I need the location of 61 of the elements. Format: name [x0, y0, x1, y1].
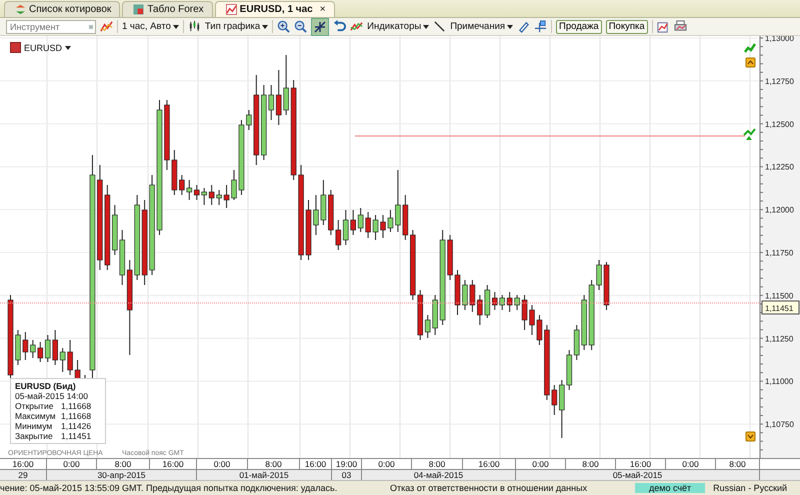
chart-type-dropdown[interactable]: Тип графика — [204, 21, 260, 32]
chart-settings-icon[interactable] — [656, 20, 670, 33]
info-value: 1,11668 — [61, 401, 92, 411]
scroll-up-icon[interactable] — [746, 58, 756, 68]
info-value: 1,11451 — [61, 431, 92, 441]
sell-button[interactable]: Продажа — [556, 20, 602, 34]
close-button[interactable]: × — [320, 4, 326, 15]
buy-button[interactable]: Покупка — [606, 20, 648, 34]
current-price-tag: 1,11451 — [762, 300, 800, 314]
info-value: 1,11668 — [61, 411, 92, 421]
pan-tool-button[interactable] — [311, 18, 330, 36]
info-label: Закрытие — [15, 431, 54, 441]
instrument-field[interactable]: Инструмент — [6, 20, 96, 34]
price-label: 1,11750 — [765, 248, 794, 258]
info-label: Максимум — [15, 411, 57, 421]
price-label: 1,12000 — [765, 206, 794, 215]
scroll-down-icon[interactable] — [746, 432, 756, 442]
line-tool-icon — [433, 20, 446, 33]
caret-icon[interactable] — [507, 24, 514, 28]
candlestick-icon — [188, 20, 201, 33]
price-label: 1,11000 — [765, 377, 794, 386]
timeframe-dropdown[interactable]: 1 час, Авто — [122, 21, 171, 32]
caret-icon[interactable] — [423, 24, 430, 28]
fx-icon — [10, 42, 21, 53]
caret-icon[interactable] — [262, 24, 268, 28]
language-label: Russian - Русский — [713, 483, 788, 493]
zoom-out-icon[interactable] — [294, 20, 308, 33]
info-label: Открытие — [15, 401, 54, 411]
status-message: чение: 05-май-2015 13:55:09 GMT. Предыдущая попытка подключения: удалась. — [0, 483, 338, 493]
info-label: Минимум — [15, 421, 54, 431]
crosshair-icon[interactable] — [534, 20, 548, 33]
price-label: 1,12500 — [765, 120, 794, 129]
tab[interactable]: EURUSD, 1 час × — [214, 1, 335, 17]
indicators-dropdown[interactable]: Индикаторы — [367, 21, 422, 32]
disclaimer-link[interactable]: Отказ от ответственности в отношении данных — [390, 483, 635, 493]
undo-icon[interactable] — [333, 20, 346, 33]
price-label: 1,11250 — [765, 334, 794, 344]
tab[interactable]: Табло Forex — [122, 1, 213, 17]
symbol-dropdown[interactable]: EURUSD — [10, 42, 72, 53]
caret-icon — [65, 46, 72, 50]
notes-dropdown[interactable]: Примечания — [450, 21, 506, 32]
zoom-in-icon[interactable] — [277, 20, 290, 33]
price-label: 1,12750 — [765, 76, 794, 86]
board-icon — [133, 4, 144, 15]
print-icon[interactable] — [674, 20, 687, 33]
line-chart-icon — [226, 4, 237, 15]
info-time: 05-май-2015 14:00 — [15, 391, 89, 401]
info-value: 1,11426 — [61, 421, 92, 431]
line-chart-icon[interactable] — [100, 20, 113, 33]
alert-icon[interactable] — [743, 128, 756, 140]
tab[interactable]: Список котировок — [4, 1, 120, 17]
info-title: EURUSD (Бид) — [15, 381, 77, 391]
price-label: 1,10750 — [765, 420, 794, 430]
account-badge: демо счёт — [635, 483, 706, 493]
indicator-icon — [350, 20, 364, 33]
trend-up-icon[interactable] — [744, 43, 756, 53]
quote-list-icon — [15, 4, 26, 15]
eraser-icon[interactable] — [517, 20, 530, 33]
caret-icon[interactable] — [172, 24, 179, 28]
price-label: 1,11500 — [765, 291, 794, 300]
price-label: 1,12250 — [765, 162, 794, 172]
